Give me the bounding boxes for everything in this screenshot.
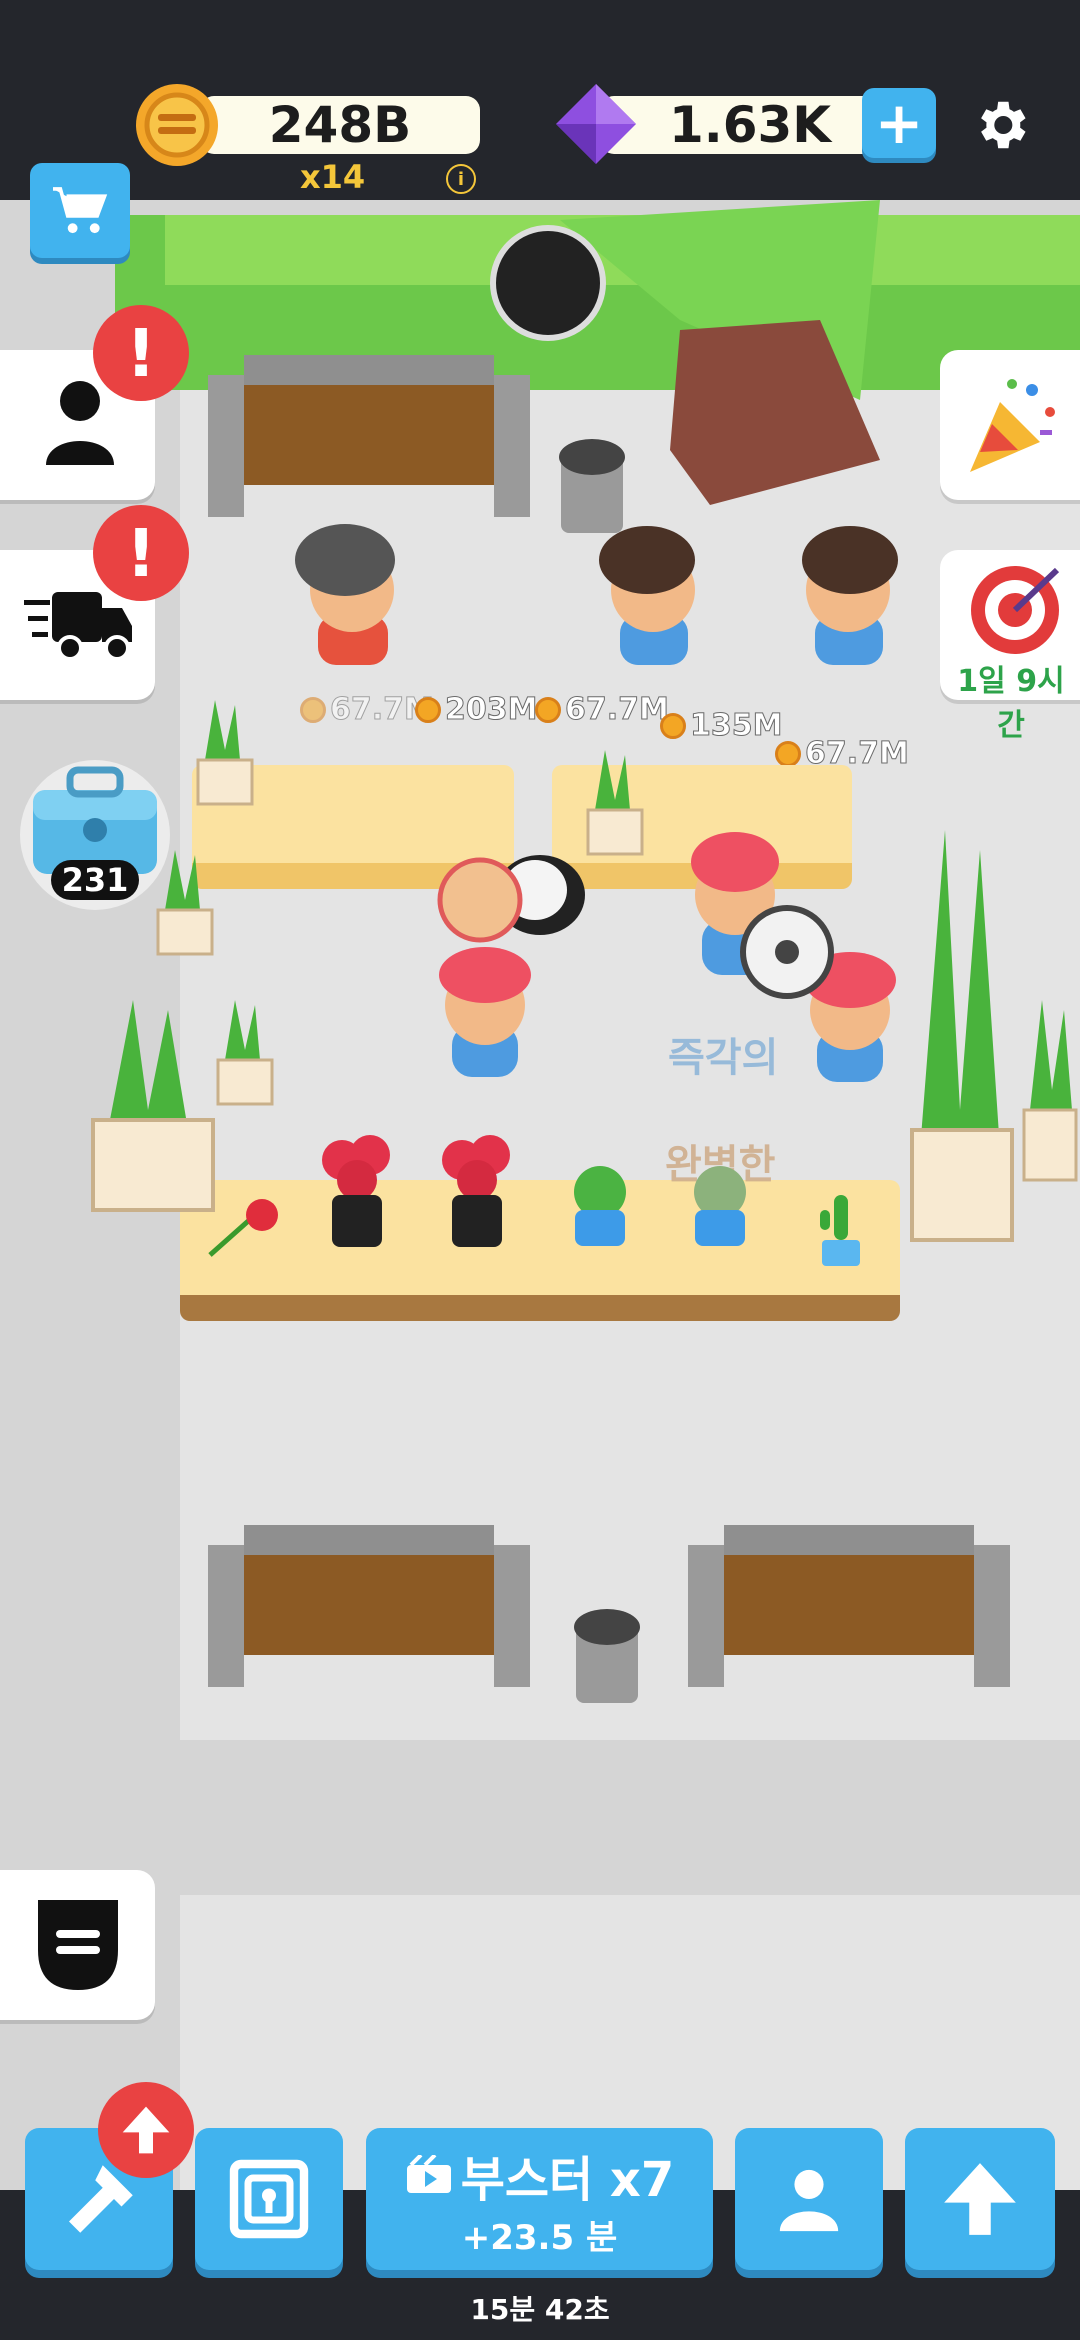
plant-icon (586, 750, 644, 856)
rose-icon (208, 1199, 278, 1257)
income-popup: 203M (415, 692, 538, 728)
rose-pot-icon (322, 1135, 390, 1247)
gem-balance: 1.63K (600, 96, 900, 154)
trash-bin-icon (574, 1609, 640, 1703)
arrow-up-icon (122, 2106, 170, 2154)
gem-amount: 1.63K (668, 96, 832, 154)
coin-amount: 248B (268, 96, 412, 154)
upgrade-button[interactable] (905, 2128, 1055, 2270)
safe-icon (229, 2159, 309, 2239)
staff-button[interactable] (735, 2128, 883, 2270)
plant-icon (196, 700, 254, 806)
target-dart-icon (971, 566, 1060, 654)
income-popup: 135M (660, 708, 783, 744)
booster-label: 부스터 x7 (460, 2151, 675, 2208)
plant-icon (216, 1000, 274, 1106)
vault-button[interactable] (195, 2128, 343, 2270)
plant-icon (1022, 1000, 1078, 1182)
shop-button[interactable] (30, 163, 130, 258)
chest-button[interactable]: 231 (25, 760, 165, 900)
hole-icon (490, 225, 606, 341)
goal-timer: 1일 9시간 (957, 664, 1065, 743)
cart-icon (53, 186, 108, 233)
income-popup: 67.7M (535, 692, 669, 728)
cactus-pot-icon (820, 1195, 860, 1266)
succulent-pot-icon (574, 1166, 626, 1246)
goal-panel-button[interactable]: 1일 9시간 (940, 550, 1080, 743)
profit-panel-button[interactable] (0, 1870, 155, 2020)
booster-button[interactable]: 부스터 x7 +23.5 분 (366, 2128, 713, 2270)
coin-balance: 248B (200, 96, 480, 154)
alert-badge-delivery: ! (93, 505, 189, 601)
income-multiplier: x14 (300, 158, 366, 196)
bench-top (208, 355, 530, 517)
income-popup: 67.7M (300, 692, 434, 728)
effect-text-instant: 즉각의 (668, 1035, 779, 1081)
coin-icon (136, 84, 218, 166)
user-icon (779, 2169, 839, 2232)
bench-lower-right (688, 1525, 1010, 1687)
customer-character (599, 526, 695, 665)
info-icon[interactable]: i (446, 164, 476, 194)
alert-badge-manager: ! (93, 305, 189, 401)
customer-character (295, 524, 395, 665)
upgrade-alert-badge (98, 2082, 194, 2178)
coin-shield-icon (38, 1900, 118, 1990)
chest-count-badge: 231 (51, 860, 139, 900)
event-panel-button[interactable] (940, 350, 1080, 500)
add-gems-button[interactable]: + (862, 88, 936, 158)
robot-vacuum-icon (740, 905, 834, 999)
worker-character (439, 947, 531, 1077)
gem-icon (556, 84, 636, 164)
large-plant-icon (91, 1000, 215, 1212)
large-plant-icon (910, 830, 1014, 1242)
bench-lower-left (208, 1525, 530, 1687)
rose-pot-icon (442, 1135, 510, 1247)
user-icon (46, 381, 114, 465)
arrow-up-icon (944, 2163, 1016, 2235)
succulent-pot-icon (694, 1166, 746, 1246)
settings-gear-icon[interactable] (970, 94, 1032, 156)
video-ad-icon (406, 2154, 451, 2193)
party-popper-icon (970, 379, 1055, 472)
footer-timer: 15분 42초 (470, 2293, 610, 2326)
booster-duration: +23.5 분 (461, 2217, 618, 2258)
customer-character (802, 526, 898, 665)
